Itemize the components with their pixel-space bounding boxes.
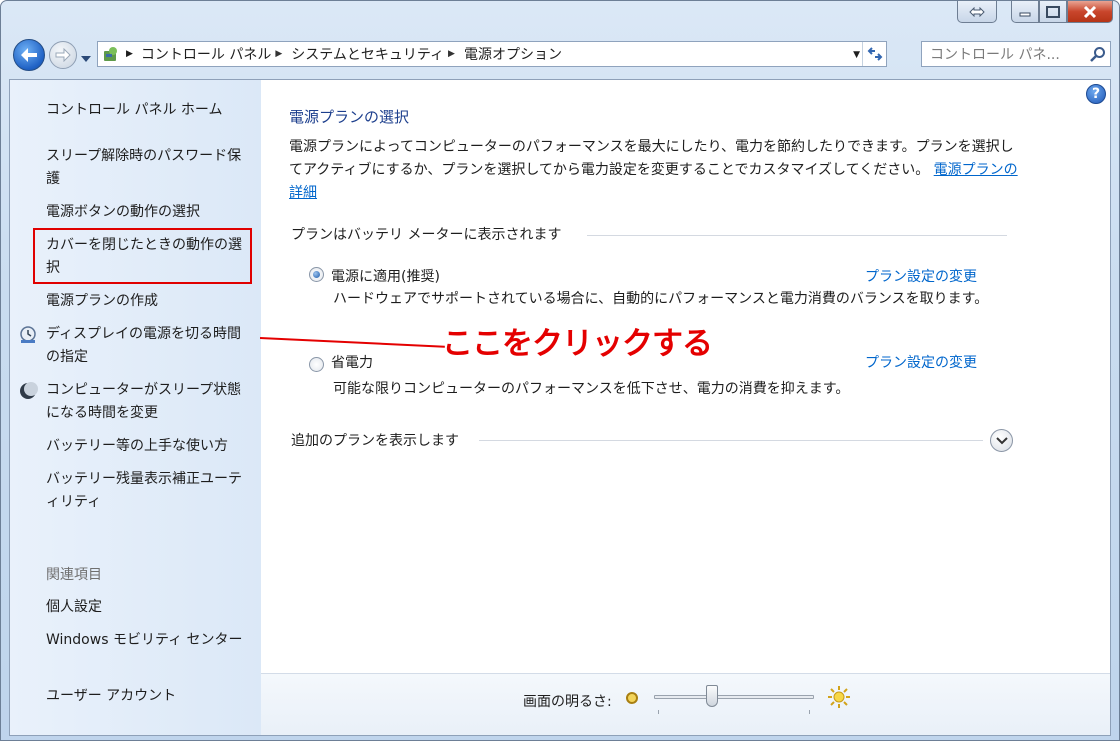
expand-plans-button[interactable]	[990, 429, 1013, 452]
brightness-bar: 画面の明るさ:	[261, 673, 1110, 735]
navigation-row: ▶ コントロール パネル ▶ システムとセキュリティ ▶ 電源オプション ▼ コント…	[9, 37, 1111, 73]
plan-description: ハードウェアでサポートされている場合に、自動的にパフォーマンスと電力消費のバラン…	[333, 291, 989, 307]
more-plans-divider	[479, 440, 983, 441]
forward-arrow-icon	[55, 48, 71, 62]
snap-button[interactable]	[957, 1, 997, 23]
address-dropdown-icon[interactable]: ▼	[853, 50, 860, 60]
moon-icon	[20, 382, 38, 399]
forward-button[interactable]	[49, 41, 77, 69]
sidebar-item-create-plan[interactable]: 電源プランの作成	[46, 290, 250, 313]
maximize-button[interactable]	[1039, 1, 1067, 23]
sidebar-item-power-button[interactable]: 電源ボタンの動作の選択	[46, 201, 250, 224]
plan-name: 電源に適用(推奨)	[331, 269, 440, 285]
search-box[interactable]: コントロール パネ...	[921, 41, 1111, 67]
sidebar-item-label: ディスプレイの電源を切る時間の指定	[46, 326, 242, 365]
highlight-box	[33, 228, 252, 284]
display-clock-icon	[20, 326, 36, 343]
sidebar-item-battery-tips[interactable]: バッテリー等の上手な使い方	[46, 435, 250, 458]
brightness-track[interactable]	[654, 695, 814, 699]
chevron-down-icon	[81, 56, 91, 62]
control-panel-home-link[interactable]: コントロール パネル ホーム	[46, 99, 250, 122]
snap-icon	[969, 6, 985, 17]
help-icon[interactable]: ?	[1086, 84, 1106, 104]
brightness-label: 画面の明るさ:	[523, 694, 612, 710]
sidebar-item-display-off[interactable]: ディスプレイの電源を切る時間の指定	[20, 323, 250, 369]
address-bar[interactable]: ▶ コントロール パネル ▶ システムとセキュリティ ▶ 電源オプション ▼	[97, 41, 887, 67]
sidebar-item-label: コンピューターがスリープ状態になる時間を変更	[46, 382, 242, 421]
page-description: 電源プランによってコンピューターのパフォーマンスを最大にしたり、電力を節約したり…	[289, 136, 1019, 205]
related-mobility-center-link[interactable]: Windows モビリティ センター	[46, 629, 250, 652]
chevron-down-icon	[995, 436, 1008, 444]
related-personalization-link[interactable]: 個人設定	[46, 596, 250, 619]
control-panel-window: ▶ コントロール パネル ▶ システムとセキュリティ ▶ 電源オプション ▼ コント…	[0, 0, 1120, 741]
breadcrumb-arrow-icon: ▶	[126, 49, 133, 59]
task-pane: コントロール パネル ホーム スリープ解除時のパスワード保護 電源ボタンの動作の…	[10, 80, 261, 735]
caption-buttons	[957, 1, 1113, 23]
back-button[interactable]	[13, 39, 45, 71]
dim-sun-icon	[626, 692, 638, 704]
group-divider	[587, 235, 1007, 236]
breadcrumb-item[interactable]: 電源オプション	[464, 44, 562, 64]
plans-group-heading: プランはバッテリ メーターに表示されます	[291, 227, 562, 243]
plan-radio-balanced[interactable]	[309, 267, 324, 282]
annotation-label: ここをクリックする	[442, 326, 713, 362]
sidebar-item-wake-password[interactable]: スリープ解除時のパスワード保護	[46, 145, 250, 191]
plan-name: 省電力	[331, 355, 373, 371]
description-text: 電源プランによってコンピューターのパフォーマンスを最大にしたり、電力を節約したり…	[289, 139, 1014, 178]
breadcrumb-item[interactable]: コントロール パネル ▶	[141, 44, 291, 64]
close-icon	[1083, 5, 1097, 18]
show-more-plans-label[interactable]: 追加のプランを表示します	[291, 430, 459, 450]
control-panel-icon	[98, 42, 124, 66]
bright-sun-icon	[828, 686, 850, 708]
plan-description: 可能な限りコンピューターのパフォーマンスを低下させ、電力の消費を抑えます。	[333, 381, 850, 397]
callout-line	[260, 337, 450, 348]
sidebar-item-sleep-time[interactable]: コンピューターがスリープ状態になる時間を変更	[20, 379, 250, 425]
related-heading: 関連項目	[46, 567, 102, 583]
content-area: コントロール パネル ホーム スリープ解除時のパスワード保護 電源ボタンの動作の…	[9, 79, 1111, 736]
search-input[interactable]: コントロール パネ...	[930, 44, 1086, 64]
minimize-icon	[1019, 12, 1031, 16]
minimize-button[interactable]	[1011, 1, 1039, 23]
close-button[interactable]	[1067, 1, 1113, 23]
brightness-slider-thumb[interactable]	[705, 685, 718, 707]
recent-pages-button[interactable]	[81, 50, 91, 66]
plan-settings-link[interactable]: プラン設定の変更	[865, 266, 977, 286]
back-arrow-icon	[21, 48, 37, 62]
related-user-accounts-link[interactable]: ユーザー アカウント	[46, 685, 250, 708]
search-icon[interactable]	[1086, 46, 1110, 62]
page-title: 電源プランの選択	[289, 108, 410, 126]
sidebar-item-battery-calibration[interactable]: バッテリー残量表示補正ユーティリティ	[46, 468, 250, 514]
refresh-icon	[867, 47, 882, 61]
breadcrumb-item[interactable]: システムとセキュリティ ▶	[291, 44, 464, 64]
brightness-ticks	[658, 710, 810, 714]
maximize-icon	[1046, 5, 1060, 18]
plan-radio-power-saver[interactable]	[309, 357, 324, 372]
plan-settings-link[interactable]: プラン設定の変更	[865, 352, 977, 372]
refresh-button[interactable]	[862, 42, 886, 66]
main-pane: ? 電源プランの選択 電源プランによってコンピューターのパフォーマンスを最大にし…	[261, 80, 1110, 735]
